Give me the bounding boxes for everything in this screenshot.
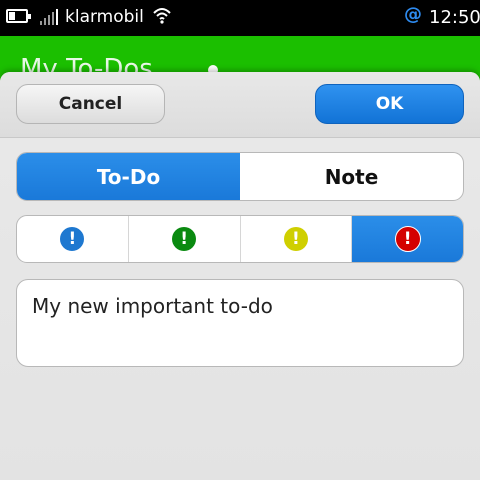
- signal-icon: [40, 9, 58, 25]
- battery-icon: [6, 9, 31, 23]
- priority-red-icon: !: [394, 226, 421, 252]
- item-type-selector: To-Do Note: [16, 152, 464, 201]
- carrier-name: klarmobil: [65, 7, 144, 27]
- priority-blue-icon: !: [59, 226, 86, 252]
- priority-yellow-icon: !: [283, 227, 308, 251]
- status-bar: klarmobil @ 12:50: [0, 0, 480, 36]
- cancel-button[interactable]: Cancel: [16, 84, 165, 124]
- priority-option-green[interactable]: !: [127, 216, 240, 262]
- at-icon: @: [404, 4, 422, 25]
- priority-selector: ! ! ! !: [16, 215, 464, 263]
- ok-button[interactable]: OK: [315, 84, 464, 124]
- priority-option-blue[interactable]: !: [17, 216, 128, 262]
- clock: 12:50: [429, 7, 480, 28]
- tab-todo[interactable]: To-Do: [17, 153, 240, 200]
- item-text-input[interactable]: My new important to-do: [16, 279, 464, 367]
- priority-option-red[interactable]: !: [351, 216, 463, 262]
- priority-option-yellow[interactable]: !: [239, 216, 352, 262]
- wifi-icon: [153, 8, 171, 24]
- new-item-dialog: Cancel OK To-Do Note ! ! ! ! My new impo…: [0, 72, 480, 480]
- tab-note[interactable]: Note: [240, 153, 463, 200]
- priority-green-icon: !: [172, 227, 197, 251]
